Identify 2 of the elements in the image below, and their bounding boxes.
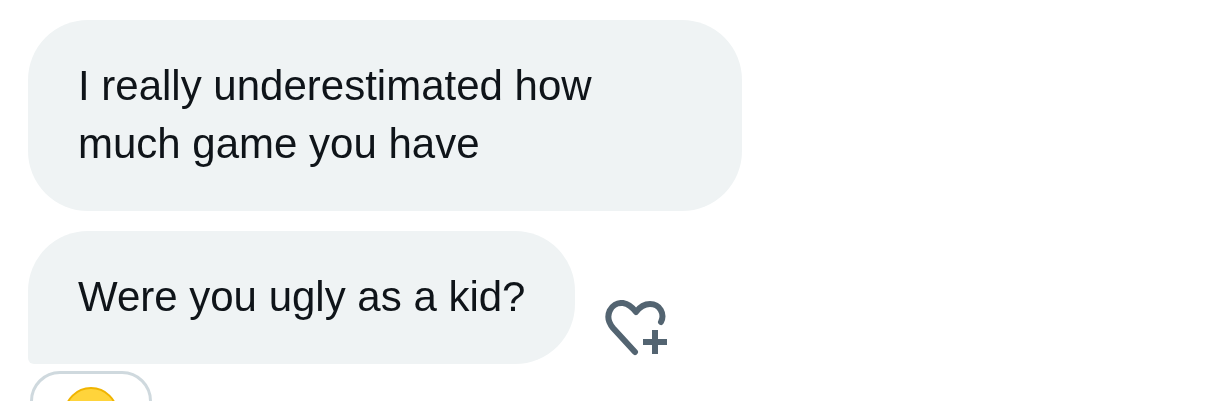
message-bubble: Were you ugly as a kid?: [28, 231, 576, 364]
message-bubble: I really underestimated how much game you have: [28, 20, 742, 211]
